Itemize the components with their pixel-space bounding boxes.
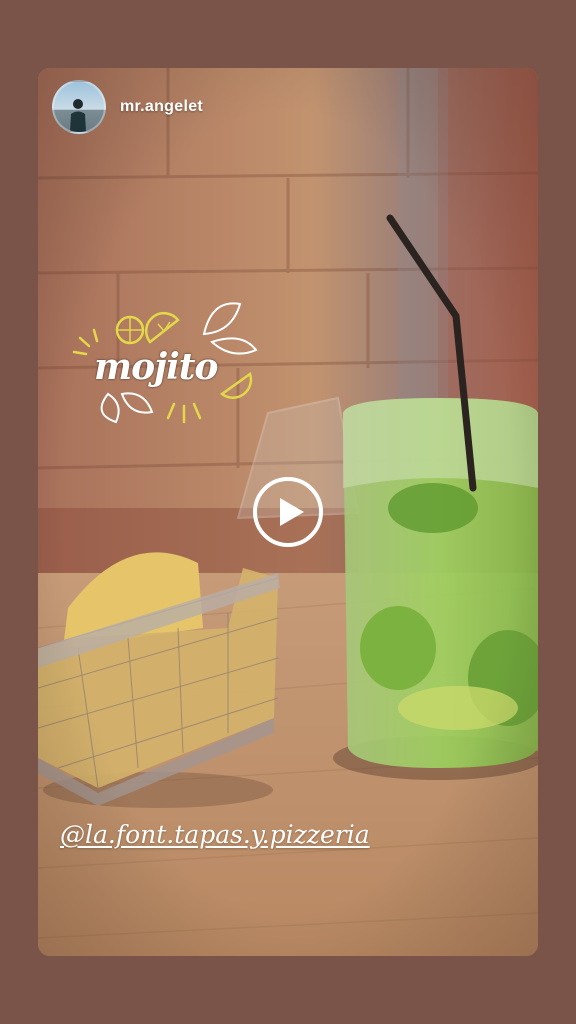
avatar[interactable]: [52, 80, 106, 134]
username[interactable]: mr.angelet: [120, 98, 203, 116]
play-icon: [253, 477, 323, 547]
mention-link[interactable]: @la.font.tapas.y.pizzeria: [60, 820, 370, 849]
story-viewer: mr.angelet mojito @la.font.tapas.y.pizze…: [0, 0, 576, 1024]
person-icon: [70, 99, 86, 132]
sticker-text: mojito: [94, 346, 218, 388]
play-button[interactable]: [252, 476, 324, 548]
story-header: mr.angelet: [52, 80, 203, 134]
mojito-sticker: mojito: [72, 294, 262, 428]
story-media[interactable]: mr.angelet mojito @la.font.tapas.y.pizze…: [38, 68, 538, 956]
